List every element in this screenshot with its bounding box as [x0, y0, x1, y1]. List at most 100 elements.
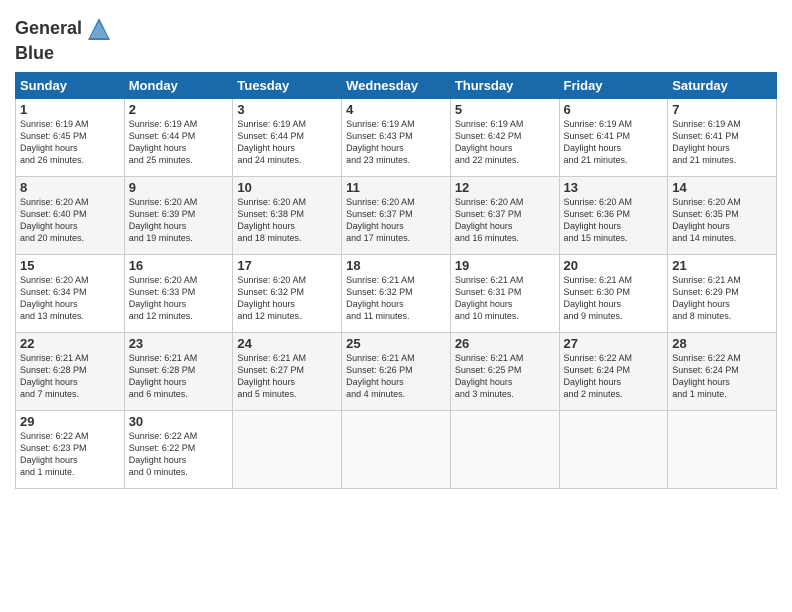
- day-number: 6: [564, 102, 664, 117]
- day-number: 4: [346, 102, 446, 117]
- day-info: Sunrise: 6:19 AMSunset: 6:45 PMDaylight …: [20, 118, 120, 167]
- calendar-week-3: 22Sunrise: 6:21 AMSunset: 6:28 PMDayligh…: [16, 333, 777, 411]
- day-number: 28: [672, 336, 772, 351]
- day-number: 8: [20, 180, 120, 195]
- logo: General Blue: [15, 14, 114, 64]
- header: General Blue: [15, 10, 777, 64]
- day-number: 23: [129, 336, 229, 351]
- logo-general: General: [15, 18, 82, 38]
- calendar-cell: [342, 411, 451, 489]
- day-info: Sunrise: 6:21 AMSunset: 6:31 PMDaylight …: [455, 274, 555, 323]
- day-info: Sunrise: 6:20 AMSunset: 6:32 PMDaylight …: [237, 274, 337, 323]
- calendar-cell: [450, 411, 559, 489]
- calendar-cell: 30Sunrise: 6:22 AMSunset: 6:22 PMDayligh…: [124, 411, 233, 489]
- day-info: Sunrise: 6:22 AMSunset: 6:23 PMDaylight …: [20, 430, 120, 479]
- day-number: 11: [346, 180, 446, 195]
- day-number: 15: [20, 258, 120, 273]
- calendar-cell: 13Sunrise: 6:20 AMSunset: 6:36 PMDayligh…: [559, 177, 668, 255]
- calendar-cell: 26Sunrise: 6:21 AMSunset: 6:25 PMDayligh…: [450, 333, 559, 411]
- calendar-cell: 18Sunrise: 6:21 AMSunset: 6:32 PMDayligh…: [342, 255, 451, 333]
- day-info: Sunrise: 6:20 AMSunset: 6:39 PMDaylight …: [129, 196, 229, 245]
- calendar-cell: 17Sunrise: 6:20 AMSunset: 6:32 PMDayligh…: [233, 255, 342, 333]
- logo-icon: [84, 14, 114, 44]
- day-info: Sunrise: 6:20 AMSunset: 6:37 PMDaylight …: [455, 196, 555, 245]
- calendar-cell: 1Sunrise: 6:19 AMSunset: 6:45 PMDaylight…: [16, 99, 125, 177]
- calendar-cell: [559, 411, 668, 489]
- calendar-cell: 3Sunrise: 6:19 AMSunset: 6:44 PMDaylight…: [233, 99, 342, 177]
- calendar-table: SundayMondayTuesdayWednesdayThursdayFrid…: [15, 72, 777, 489]
- dow-thursday: Thursday: [450, 73, 559, 99]
- calendar-cell: 20Sunrise: 6:21 AMSunset: 6:30 PMDayligh…: [559, 255, 668, 333]
- day-number: 1: [20, 102, 120, 117]
- dow-friday: Friday: [559, 73, 668, 99]
- day-info: Sunrise: 6:19 AMSunset: 6:44 PMDaylight …: [237, 118, 337, 167]
- day-number: 30: [129, 414, 229, 429]
- calendar-cell: 9Sunrise: 6:20 AMSunset: 6:39 PMDaylight…: [124, 177, 233, 255]
- calendar-cell: 21Sunrise: 6:21 AMSunset: 6:29 PMDayligh…: [668, 255, 777, 333]
- day-number: 17: [237, 258, 337, 273]
- calendar-week-4: 29Sunrise: 6:22 AMSunset: 6:23 PMDayligh…: [16, 411, 777, 489]
- calendar-cell: 10Sunrise: 6:20 AMSunset: 6:38 PMDayligh…: [233, 177, 342, 255]
- calendar-week-0: 1Sunrise: 6:19 AMSunset: 6:45 PMDaylight…: [16, 99, 777, 177]
- day-info: Sunrise: 6:19 AMSunset: 6:44 PMDaylight …: [129, 118, 229, 167]
- day-number: 27: [564, 336, 664, 351]
- day-info: Sunrise: 6:21 AMSunset: 6:25 PMDaylight …: [455, 352, 555, 401]
- day-info: Sunrise: 6:21 AMSunset: 6:28 PMDaylight …: [129, 352, 229, 401]
- calendar-cell: 5Sunrise: 6:19 AMSunset: 6:42 PMDaylight…: [450, 99, 559, 177]
- calendar-cell: [668, 411, 777, 489]
- calendar-cell: 16Sunrise: 6:20 AMSunset: 6:33 PMDayligh…: [124, 255, 233, 333]
- day-info: Sunrise: 6:19 AMSunset: 6:41 PMDaylight …: [564, 118, 664, 167]
- calendar-cell: 8Sunrise: 6:20 AMSunset: 6:40 PMDaylight…: [16, 177, 125, 255]
- calendar-cell: 6Sunrise: 6:19 AMSunset: 6:41 PMDaylight…: [559, 99, 668, 177]
- dow-monday: Monday: [124, 73, 233, 99]
- calendar-cell: 29Sunrise: 6:22 AMSunset: 6:23 PMDayligh…: [16, 411, 125, 489]
- day-number: 10: [237, 180, 337, 195]
- day-info: Sunrise: 6:22 AMSunset: 6:24 PMDaylight …: [564, 352, 664, 401]
- calendar-cell: [233, 411, 342, 489]
- day-info: Sunrise: 6:22 AMSunset: 6:22 PMDaylight …: [129, 430, 229, 479]
- day-number: 21: [672, 258, 772, 273]
- day-info: Sunrise: 6:21 AMSunset: 6:28 PMDaylight …: [20, 352, 120, 401]
- day-info: Sunrise: 6:20 AMSunset: 6:35 PMDaylight …: [672, 196, 772, 245]
- calendar-cell: 28Sunrise: 6:22 AMSunset: 6:24 PMDayligh…: [668, 333, 777, 411]
- day-number: 24: [237, 336, 337, 351]
- calendar-body: 1Sunrise: 6:19 AMSunset: 6:45 PMDaylight…: [16, 99, 777, 489]
- day-number: 12: [455, 180, 555, 195]
- calendar-cell: 19Sunrise: 6:21 AMSunset: 6:31 PMDayligh…: [450, 255, 559, 333]
- calendar-cell: 27Sunrise: 6:22 AMSunset: 6:24 PMDayligh…: [559, 333, 668, 411]
- day-number: 9: [129, 180, 229, 195]
- day-number: 20: [564, 258, 664, 273]
- dow-wednesday: Wednesday: [342, 73, 451, 99]
- day-number: 14: [672, 180, 772, 195]
- day-number: 19: [455, 258, 555, 273]
- day-info: Sunrise: 6:19 AMSunset: 6:41 PMDaylight …: [672, 118, 772, 167]
- calendar-cell: 7Sunrise: 6:19 AMSunset: 6:41 PMDaylight…: [668, 99, 777, 177]
- day-info: Sunrise: 6:19 AMSunset: 6:42 PMDaylight …: [455, 118, 555, 167]
- day-info: Sunrise: 6:21 AMSunset: 6:26 PMDaylight …: [346, 352, 446, 401]
- calendar-cell: 4Sunrise: 6:19 AMSunset: 6:43 PMDaylight…: [342, 99, 451, 177]
- calendar-cell: 24Sunrise: 6:21 AMSunset: 6:27 PMDayligh…: [233, 333, 342, 411]
- logo-text: General: [15, 19, 82, 39]
- day-info: Sunrise: 6:20 AMSunset: 6:37 PMDaylight …: [346, 196, 446, 245]
- day-number: 18: [346, 258, 446, 273]
- calendar-cell: 12Sunrise: 6:20 AMSunset: 6:37 PMDayligh…: [450, 177, 559, 255]
- day-info: Sunrise: 6:20 AMSunset: 6:36 PMDaylight …: [564, 196, 664, 245]
- day-number: 16: [129, 258, 229, 273]
- logo-blue: Blue: [15, 43, 54, 63]
- day-info: Sunrise: 6:21 AMSunset: 6:29 PMDaylight …: [672, 274, 772, 323]
- day-number: 29: [20, 414, 120, 429]
- calendar-cell: 14Sunrise: 6:20 AMSunset: 6:35 PMDayligh…: [668, 177, 777, 255]
- calendar-cell: 15Sunrise: 6:20 AMSunset: 6:34 PMDayligh…: [16, 255, 125, 333]
- day-number: 22: [20, 336, 120, 351]
- day-info: Sunrise: 6:19 AMSunset: 6:43 PMDaylight …: [346, 118, 446, 167]
- day-info: Sunrise: 6:22 AMSunset: 6:24 PMDaylight …: [672, 352, 772, 401]
- dow-tuesday: Tuesday: [233, 73, 342, 99]
- calendar-cell: 11Sunrise: 6:20 AMSunset: 6:37 PMDayligh…: [342, 177, 451, 255]
- day-number: 25: [346, 336, 446, 351]
- day-number: 13: [564, 180, 664, 195]
- day-info: Sunrise: 6:20 AMSunset: 6:38 PMDaylight …: [237, 196, 337, 245]
- calendar-cell: 23Sunrise: 6:21 AMSunset: 6:28 PMDayligh…: [124, 333, 233, 411]
- calendar-week-2: 15Sunrise: 6:20 AMSunset: 6:34 PMDayligh…: [16, 255, 777, 333]
- calendar-cell: 25Sunrise: 6:21 AMSunset: 6:26 PMDayligh…: [342, 333, 451, 411]
- day-number: 5: [455, 102, 555, 117]
